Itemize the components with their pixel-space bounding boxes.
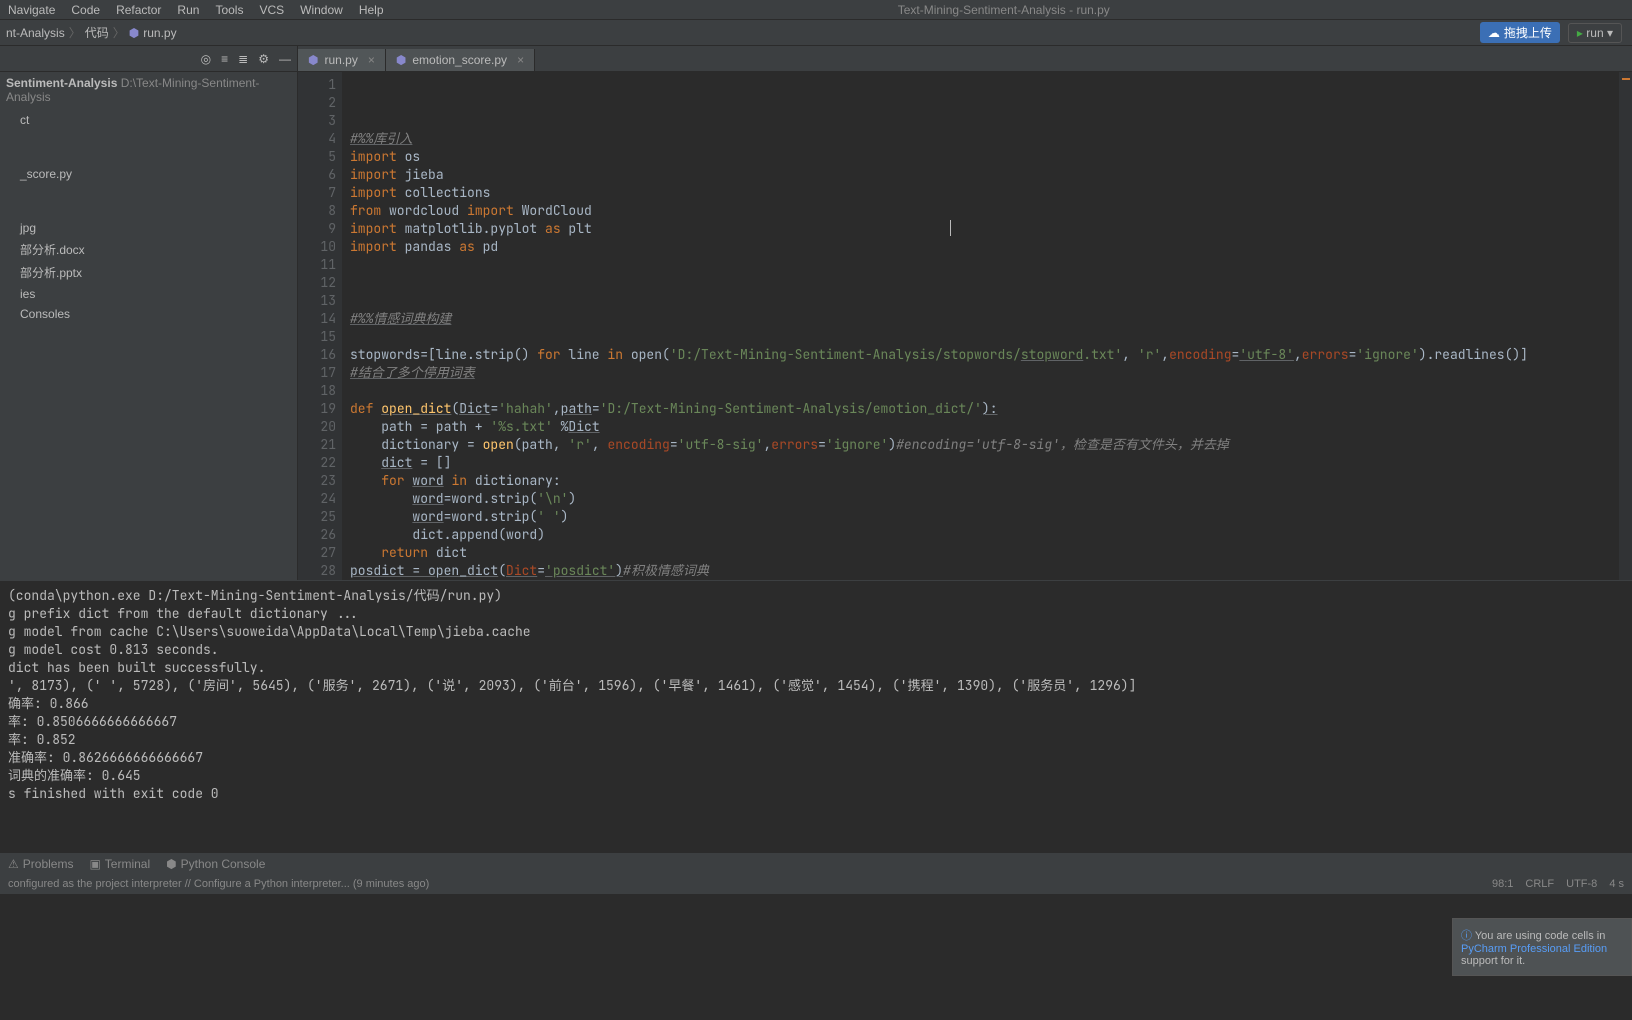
code-editor[interactable]: 1234567891011121314151617181920212223242…: [298, 72, 1632, 580]
menu-navigate[interactable]: Navigate: [8, 3, 55, 17]
close-icon[interactable]: ×: [517, 53, 524, 67]
tree-item[interactable]: jpg: [0, 218, 297, 238]
warning-mark-icon[interactable]: [1622, 78, 1630, 80]
python-file-icon: ⬢: [396, 53, 406, 67]
editor-area: ⬢ run.py × ⬢ emotion_score.py × 12345678…: [298, 46, 1632, 580]
sidebar-toolbar: ◎ ≡ ≣ ⚙ —: [0, 46, 297, 72]
info-icon: ⓘ: [1461, 930, 1472, 942]
indent-info[interactable]: 4 s: [1609, 878, 1624, 890]
tree-item[interactable]: _score.py: [0, 164, 297, 184]
run-console[interactable]: (conda\python.exe D:/Text-Mining-Sentime…: [0, 580, 1632, 852]
project-tree: ct _score.py jpg 部分析.docx 部分析.pptx ies C…: [0, 108, 297, 326]
menu-window[interactable]: Window: [300, 3, 343, 17]
caret-position[interactable]: 98:1: [1492, 878, 1513, 890]
window-title: Text-Mining-Sentiment-Analysis - run.py: [400, 3, 1608, 17]
breadcrumb-file[interactable]: run.py: [143, 26, 176, 40]
close-icon[interactable]: ×: [368, 53, 375, 67]
minimize-icon[interactable]: —: [279, 52, 291, 66]
line-separator[interactable]: CRLF: [1525, 878, 1554, 890]
run-config-label: run: [1586, 26, 1603, 40]
expand-icon[interactable]: ≡: [221, 52, 228, 66]
breadcrumb-folder[interactable]: 代码: [85, 24, 109, 41]
breadcrumb-bar: nt-Analysis 〉 代码 〉 ⬢ run.py ☁ 拖拽上传 ▸ run…: [0, 20, 1632, 46]
tree-item[interactable]: 部分析.docx: [0, 238, 297, 261]
chevron-down-icon: ▾: [1607, 26, 1613, 40]
tab-label: run.py: [324, 53, 357, 67]
tree-item[interactable]: Consoles: [0, 304, 297, 324]
tab-label: emotion_score.py: [412, 53, 507, 67]
tab-emotion-score[interactable]: ⬢ emotion_score.py ×: [386, 49, 535, 71]
line-gutter: 1234567891011121314151617181920212223242…: [298, 72, 342, 580]
main-split: ◎ ≡ ≣ ⚙ — Sentiment-Analysis D:\Text-Min…: [0, 46, 1632, 580]
editor-tabs: ⬢ run.py × ⬢ emotion_score.py ×: [298, 46, 1632, 72]
menu-tools[interactable]: Tools: [215, 3, 243, 17]
python-file-icon: ⬢: [129, 26, 139, 40]
chevron-right-icon: 〉: [69, 24, 81, 41]
code-content[interactable]: #%%库引入import osimport jiebaimport collec…: [342, 72, 1618, 580]
tree-item[interactable]: ct: [0, 110, 297, 130]
notif-tail: support for it.: [1461, 955, 1525, 967]
collapse-icon[interactable]: ≣: [238, 52, 248, 66]
project-root-name: Sentiment-Analysis: [6, 76, 117, 90]
text-caret: [950, 220, 951, 236]
run-config-combo[interactable]: ▸ run ▾: [1568, 23, 1622, 43]
breadcrumb-root[interactable]: nt-Analysis: [6, 26, 65, 40]
notification-balloon[interactable]: ⓘ You are using code cells in PyCharm Pr…: [1452, 918, 1632, 976]
menu-vcs[interactable]: VCS: [259, 3, 284, 17]
python-file-icon: ⬢: [308, 53, 318, 67]
tree-item[interactable]: 部分析.pptx: [0, 261, 297, 284]
project-sidebar: ◎ ≡ ≣ ⚙ — Sentiment-Analysis D:\Text-Min…: [0, 46, 298, 580]
terminal-icon: ▣: [89, 857, 100, 871]
menu-code[interactable]: Code: [71, 3, 100, 17]
warning-icon: ⚠: [8, 857, 19, 871]
error-stripe[interactable]: [1618, 72, 1632, 580]
tab-run-py[interactable]: ⬢ run.py ×: [298, 49, 386, 71]
gear-icon[interactable]: ⚙: [258, 52, 269, 66]
status-message[interactable]: configured as the project interpreter //…: [8, 878, 429, 890]
target-icon[interactable]: ◎: [201, 52, 211, 66]
notif-title: You are using code cells in: [1475, 930, 1605, 942]
bottom-tool-tabs: ⚠Problems ▣Terminal ⬢Python Console: [0, 852, 1632, 874]
main-menu-bar: Navigate Code Refactor Run Tools VCS Win…: [0, 0, 1632, 20]
upload-button[interactable]: ☁ 拖拽上传: [1480, 22, 1560, 43]
upload-label: 拖拽上传: [1504, 24, 1552, 41]
python-console-tab[interactable]: ⬢Python Console: [166, 857, 265, 871]
python-icon: ⬢: [166, 857, 176, 871]
tree-item[interactable]: ies: [0, 284, 297, 304]
menu-run[interactable]: Run: [177, 3, 199, 17]
menu-help[interactable]: Help: [359, 3, 384, 17]
notif-link[interactable]: PyCharm Professional Edition: [1461, 943, 1607, 955]
terminal-tab[interactable]: ▣Terminal: [89, 857, 150, 871]
chevron-right-icon: 〉: [113, 24, 125, 41]
cloud-icon: ☁: [1488, 26, 1500, 40]
file-encoding[interactable]: UTF-8: [1566, 878, 1597, 890]
problems-tab[interactable]: ⚠Problems: [8, 857, 73, 871]
menu-refactor[interactable]: Refactor: [116, 3, 161, 17]
status-bar: configured as the project interpreter //…: [0, 874, 1632, 894]
project-root[interactable]: Sentiment-Analysis D:\Text-Mining-Sentim…: [0, 72, 297, 108]
run-arrow-icon: ▸: [1577, 26, 1583, 40]
